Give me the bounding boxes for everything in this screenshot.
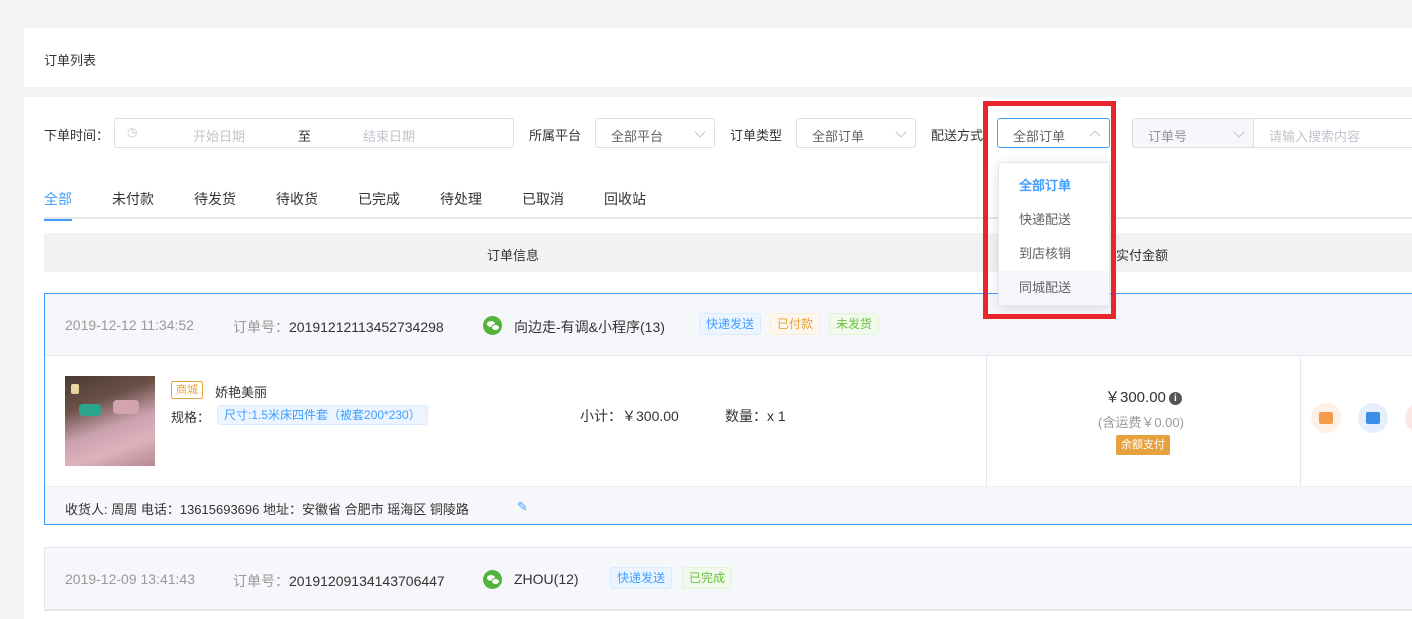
page-title: 订单列表	[44, 53, 97, 68]
delivery-select-value: 全部订单	[1013, 129, 1066, 144]
shipping-status-tag: 未发货	[829, 313, 880, 335]
range-separator: 至	[298, 129, 312, 144]
shop-icon	[1319, 412, 1333, 424]
order-card-header: 2019-12-12 11:34:52 订单号：2019121211345273…	[45, 294, 1412, 356]
product-image[interactable]	[65, 376, 155, 466]
search-placeholder: 请输入搜索内容	[1269, 129, 1361, 144]
table-header: 订单信息 实付金额	[44, 233, 1412, 272]
delivery-tag: 快递发送	[610, 567, 673, 589]
chevron-down-icon	[895, 126, 907, 138]
tab-pending[interactable]: 待处理	[440, 189, 482, 219]
order-time: 2019-12-09 13:41:43	[65, 571, 195, 587]
clock-icon: ◷	[127, 125, 138, 139]
order-type-select-value: 全部订单	[812, 129, 865, 144]
order-time: 2019-12-12 11:34:52	[65, 317, 194, 333]
delete-button[interactable]	[1405, 403, 1412, 433]
buyer-name: 向边走-有调&小程序(13)	[514, 319, 665, 335]
quantity: 数量：x 1	[725, 408, 786, 424]
tab-cancelled[interactable]: 已取消	[522, 189, 564, 219]
payment-status-tag: 已付款	[770, 313, 821, 335]
order-card-footer: 收货人: 周周 电话：13615693696 地址：安徽省 合肥市 瑶海区 铜陵…	[45, 486, 1412, 524]
tab-all[interactable]: 全部	[44, 189, 72, 221]
search-field-select[interactable]: 订单号	[1132, 118, 1254, 148]
order-card[interactable]: 2019-12-12 11:34:52 订单号：2019121211345273…	[44, 293, 1412, 525]
delivery-dropdown-menu: 全部订单 快递配送 到店核销 同城配送	[998, 162, 1110, 306]
platform-select-value: 全部平台	[611, 129, 664, 144]
order-card[interactable]: 2019-12-09 13:41:43 订单号：2019120913414370…	[44, 547, 1412, 611]
chevron-down-icon	[694, 126, 706, 138]
order-card-header: 2019-12-09 13:41:43 订单号：2019120913414370…	[45, 548, 1412, 610]
column-paid-amount: 实付金额	[1116, 248, 1169, 263]
delivery-option-express[interactable]: 快递配送	[999, 203, 1109, 237]
delivery-tag: 快递发送	[699, 313, 762, 335]
platform-select[interactable]: 全部平台	[595, 118, 715, 148]
wechat-icon	[483, 316, 502, 335]
tab-completed[interactable]: 已完成	[358, 189, 400, 219]
info-icon[interactable]: i	[1168, 392, 1182, 405]
product-name[interactable]: 娇艳美丽	[215, 382, 267, 401]
delivery-label: 配送方式	[931, 128, 984, 143]
wechat-icon	[483, 570, 502, 589]
tab-recycle-bin[interactable]: 回收站	[604, 189, 646, 219]
chevron-down-icon	[1233, 126, 1245, 138]
delivery-option-all[interactable]: 全部订单	[999, 169, 1109, 203]
order-status-tabs: 全部 未付款 待发货 待收货 已完成 待处理 已取消 回收站	[44, 189, 1412, 221]
page-header: 订单列表	[24, 28, 1412, 87]
buyer-name: ZHOU(12)	[514, 571, 579, 587]
paid-price: ￥300.00 i	[1105, 386, 1182, 407]
order-time-label: 下单时间：	[44, 128, 110, 143]
column-order-info: 订单信息	[487, 248, 540, 263]
delivery-select[interactable]: 全部订单	[997, 118, 1110, 148]
printer-icon	[1366, 412, 1380, 424]
divider	[1300, 356, 1301, 486]
search-input[interactable]: 请输入搜索内容	[1253, 118, 1412, 148]
delivery-option-store-pickup[interactable]: 到店核销	[999, 237, 1109, 271]
spec-tag: 尺寸:1.5米床四件套（被套200*230）	[217, 405, 428, 425]
chevron-up-icon	[1089, 130, 1101, 142]
order-card-body: 商城 娇艳美丽 规格： 尺寸:1.5米床四件套（被套200*230） 小计：￥3…	[45, 356, 1412, 486]
order-number: 订单号：20191212113452734298	[233, 319, 444, 335]
tab-unpaid[interactable]: 未付款	[112, 189, 154, 219]
delivery-option-local[interactable]: 同城配送	[999, 271, 1109, 305]
order-number: 订单号：20191209134143706447	[233, 573, 445, 589]
filter-bar: 下单时间： ◷ 开始日期 至 结束日期 所属平台 全部平台 订单类型 全部订单 …	[24, 97, 1412, 167]
divider	[986, 356, 987, 486]
order-type-label: 订单类型	[730, 128, 783, 143]
start-date-input[interactable]: 开始日期	[193, 126, 245, 145]
main-panel: 下单时间： ◷ 开始日期 至 结束日期 所属平台 全部平台 订单类型 全部订单 …	[24, 97, 1412, 619]
mall-tag: 商城	[171, 381, 203, 399]
ship-action-button[interactable]	[1311, 403, 1341, 433]
subtotal: 小计：￥300.00	[580, 408, 679, 424]
order-status-tag: 已完成	[682, 567, 733, 589]
print-button[interactable]	[1358, 403, 1388, 433]
shipping-fee: (含运费￥0.00)	[1098, 415, 1184, 430]
tab-to-receive[interactable]: 待收货	[276, 189, 318, 219]
search-field-value: 订单号	[1148, 129, 1188, 144]
tab-to-ship[interactable]: 待发货	[194, 189, 236, 219]
pay-method-tag: 余额支付	[1116, 435, 1170, 455]
spec-label: 规格：	[171, 410, 211, 425]
order-type-select[interactable]: 全部订单	[796, 118, 916, 148]
edit-icon[interactable]: ✎	[517, 499, 528, 515]
date-range-picker[interactable]: ◷ 开始日期 至 结束日期	[114, 118, 514, 148]
shipping-address: 收货人: 周周 电话：13615693696 地址：安徽省 合肥市 瑶海区 铜陵…	[65, 502, 469, 517]
platform-label: 所属平台	[529, 128, 582, 143]
end-date-input[interactable]: 结束日期	[363, 126, 415, 145]
